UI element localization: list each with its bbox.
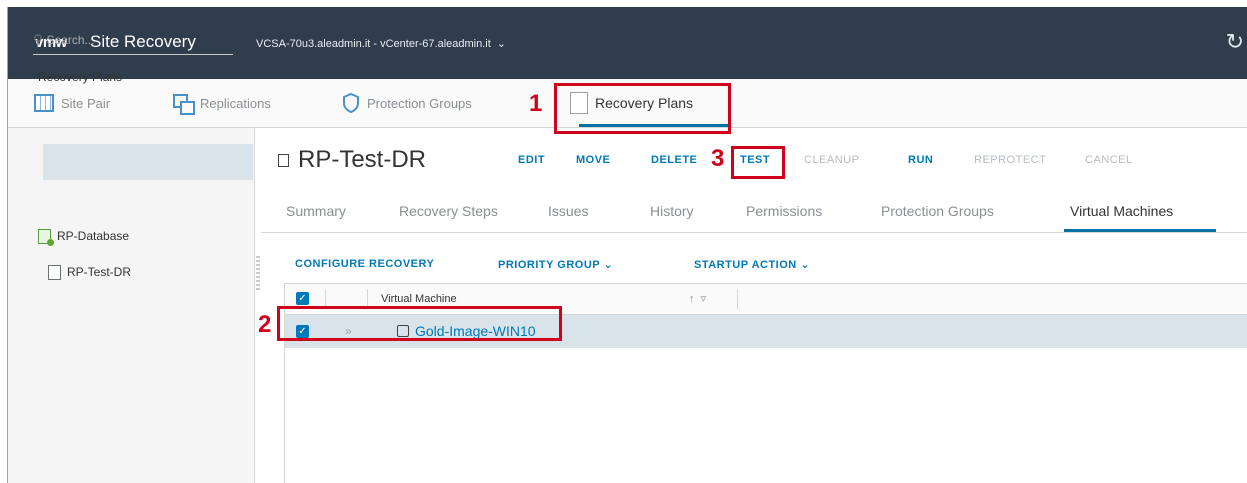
- annotation-box-2: [277, 306, 562, 341]
- tab-issues[interactable]: Issues: [548, 203, 588, 219]
- startup-action-label: STARTUP ACTION: [694, 259, 797, 271]
- chevron-down-icon: ⌄: [800, 259, 811, 271]
- tab-recovery-steps[interactable]: Recovery Steps: [399, 203, 498, 219]
- annotation-number-3: 3: [711, 145, 725, 172]
- search-placeholder: Search...: [46, 33, 95, 47]
- tab-protection-groups[interactable]: Protection Groups: [881, 203, 994, 219]
- nav-site-pair[interactable]: Site Pair: [34, 79, 110, 127]
- tabs-divider: [261, 232, 1247, 233]
- tab-summary[interactable]: Summary: [286, 203, 346, 219]
- nav-replications[interactable]: Replications: [173, 79, 271, 127]
- startup-action-dropdown[interactable]: STARTUP ACTION ⌄: [694, 258, 810, 271]
- cleanup-button[interactable]: CLEANUP: [804, 154, 859, 166]
- nav-replications-label: Replications: [200, 95, 271, 111]
- annotation-number-2: 2: [258, 311, 272, 338]
- panel-splitter[interactable]: [256, 256, 260, 292]
- column-header-virtual-machine[interactable]: Virtual Machine: [381, 293, 457, 305]
- chevron-down-icon: ⌄: [496, 38, 506, 50]
- replications-icon: [173, 94, 195, 115]
- column-separator: [737, 289, 738, 309]
- search-input[interactable]: ⚲ Search...: [33, 32, 233, 55]
- app-frame: vmw Site Recovery VCSA-70u3.aleadmin.it …: [7, 7, 1247, 483]
- move-button[interactable]: MOVE: [576, 154, 610, 166]
- sidebar-item-rp-database[interactable]: RP-Database: [38, 218, 129, 254]
- sidebar-selection-highlight: [43, 144, 253, 180]
- priority-group-label: PRIORITY GROUP: [498, 259, 600, 271]
- refresh-icon[interactable]: ↻: [1226, 29, 1244, 55]
- sidebar: [8, 128, 255, 483]
- select-all-checkbox[interactable]: ✓: [296, 292, 309, 305]
- site-pair-label: VCSA-70u3.aleadmin.it - vCenter-67.alead…: [256, 38, 491, 50]
- annotation-number-1: 1: [529, 90, 543, 117]
- sidebar-item-label: RP-Test-DR: [67, 265, 132, 279]
- chevron-down-icon: ⌄: [603, 259, 614, 271]
- annotation-box-1: [554, 83, 731, 134]
- search-icon: ⚲: [33, 32, 43, 47]
- nav-protection-groups[interactable]: Protection Groups: [342, 79, 472, 127]
- tab-history[interactable]: History: [650, 203, 694, 219]
- recovery-plan-icon: [278, 154, 289, 167]
- recovery-plan-icon: [48, 264, 61, 280]
- site-pair-icon: [34, 94, 54, 112]
- annotation-box-3: [731, 146, 785, 179]
- shield-icon: [342, 93, 360, 113]
- tab-virtual-machines[interactable]: Virtual Machines: [1070, 203, 1173, 219]
- sidebar-item-rp-test-dr[interactable]: RP-Test-DR: [48, 254, 131, 290]
- configure-recovery-button[interactable]: CONFIGURE RECOVERY: [295, 258, 434, 270]
- sidebar-item-label: RP-Database: [57, 229, 130, 243]
- recovery-plan-ok-icon: [38, 228, 54, 246]
- reprotect-button[interactable]: REPROTECT: [974, 154, 1046, 166]
- sort-filter-icons[interactable]: ↑▿: [689, 292, 712, 305]
- sidebar-heading: Recovery Plans: [38, 70, 123, 84]
- delete-button[interactable]: DELETE: [651, 154, 697, 166]
- nav-site-pair-label: Site Pair: [61, 95, 111, 111]
- nav-protection-groups-label: Protection Groups: [367, 95, 472, 111]
- tab-active-indicator: [1064, 229, 1216, 232]
- cancel-button[interactable]: CANCEL: [1085, 154, 1133, 166]
- site-pair-selector[interactable]: VCSA-70u3.aleadmin.it - vCenter-67.alead…: [256, 37, 506, 50]
- priority-group-dropdown[interactable]: PRIORITY GROUP ⌄: [498, 258, 613, 271]
- edit-button[interactable]: EDIT: [518, 154, 545, 166]
- run-button[interactable]: RUN: [908, 154, 933, 166]
- page-title: RP-Test-DR: [298, 146, 427, 173]
- tab-permissions[interactable]: Permissions: [746, 203, 822, 219]
